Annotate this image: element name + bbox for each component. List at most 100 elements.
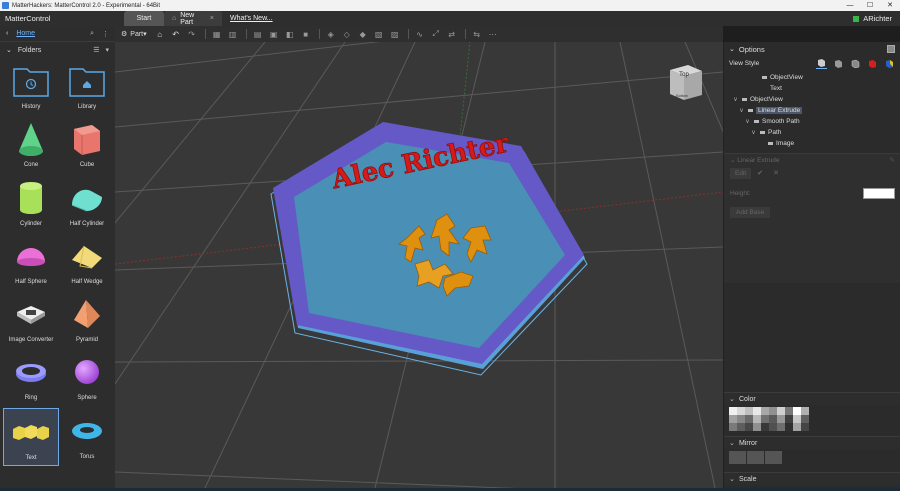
redo-icon[interactable]: ↷ bbox=[185, 27, 199, 41]
color-swatch[interactable] bbox=[785, 423, 793, 431]
library-item-half-cylinder[interactable]: Half Cylinder bbox=[59, 175, 115, 233]
back-arrow-icon[interactable]: ‹ bbox=[6, 30, 8, 37]
outline-view-icon[interactable] bbox=[833, 58, 844, 69]
dropdown-icon[interactable]: ▾ bbox=[105, 46, 109, 54]
minimize-button[interactable]: — bbox=[840, 0, 860, 11]
lay-flat-icon[interactable]: ▣ bbox=[267, 27, 281, 41]
color-swatch[interactable] bbox=[801, 415, 809, 423]
library-item-cone[interactable]: Cone bbox=[3, 116, 59, 174]
curve-icon[interactable]: ∿ bbox=[413, 27, 427, 41]
color-swatch[interactable] bbox=[729, 423, 737, 431]
color-swatch[interactable] bbox=[753, 407, 761, 415]
tree-chevron-icon[interactable]: v bbox=[746, 119, 754, 125]
mirror-x-button[interactable] bbox=[729, 451, 746, 464]
mirror-y-button[interactable] bbox=[747, 451, 764, 464]
fit-icon[interactable]: ⤢ bbox=[429, 27, 443, 41]
color-section-header[interactable]: ⌄ Color bbox=[724, 392, 900, 405]
options-header[interactable]: ⌄ Options bbox=[724, 42, 900, 56]
color-swatch[interactable] bbox=[729, 415, 737, 423]
tree-chevron-icon[interactable]: v bbox=[752, 130, 760, 136]
tree-item-objectview-text[interactable]: ObjectView bbox=[724, 72, 900, 83]
color-swatch[interactable] bbox=[737, 415, 745, 423]
scale-section-header[interactable]: ⌄ Scale bbox=[724, 472, 900, 485]
tree-chevron-icon[interactable]: v bbox=[734, 97, 742, 103]
align-icon[interactable]: ▤ bbox=[251, 27, 265, 41]
color-swatch[interactable] bbox=[761, 423, 769, 431]
tree-item-image[interactable]: Image bbox=[724, 138, 900, 149]
home-link[interactable]: Home bbox=[16, 30, 82, 37]
color-swatch[interactable] bbox=[753, 415, 761, 423]
combine-icon[interactable]: ◈ bbox=[324, 27, 338, 41]
color-swatch[interactable] bbox=[801, 423, 809, 431]
library-item-image-converter[interactable]: Image Converter bbox=[3, 291, 59, 349]
color-swatch[interactable] bbox=[793, 407, 801, 415]
color-swatch[interactable] bbox=[777, 407, 785, 415]
search-icon[interactable]: ⌕ bbox=[90, 30, 94, 38]
library-item-torus[interactable]: Torus bbox=[59, 408, 115, 466]
color-swatch[interactable] bbox=[745, 407, 753, 415]
color-swatch[interactable] bbox=[777, 415, 785, 423]
overhang-view-icon[interactable] bbox=[884, 58, 895, 69]
apply-check-icon[interactable]: ✔ bbox=[757, 169, 763, 177]
library-item-cube[interactable]: Cube bbox=[59, 116, 115, 174]
remove-x-icon[interactable]: ✕ bbox=[773, 169, 779, 177]
undo-icon[interactable]: ↶ bbox=[169, 27, 183, 41]
intersect-icon[interactable]: ◆ bbox=[356, 27, 370, 41]
tab-new-part[interactable]: ⌂ New Part × bbox=[164, 11, 222, 26]
library-item-library[interactable]: Library bbox=[59, 58, 115, 116]
color-swatch[interactable] bbox=[793, 415, 801, 423]
edit-button[interactable]: Edit bbox=[730, 167, 752, 179]
library-item-cylinder[interactable]: Cylinder bbox=[3, 175, 59, 233]
list-view-icon[interactable]: ☰ bbox=[93, 46, 99, 54]
polygon-view-icon[interactable] bbox=[850, 58, 861, 69]
mirror-section-header[interactable]: ⌄ Mirror bbox=[724, 436, 900, 449]
ungroup-icon[interactable]: ▨ bbox=[388, 27, 402, 41]
tab-whats-new[interactable]: What's New... bbox=[222, 11, 281, 26]
arrange-icon[interactable]: ⇄ bbox=[445, 27, 459, 41]
subtract-icon[interactable]: ◇ bbox=[340, 27, 354, 41]
pencil-icon[interactable]: ✎ bbox=[890, 156, 895, 164]
maximize-button[interactable]: ☐ bbox=[860, 0, 880, 11]
library-item-pyramid[interactable]: Pyramid bbox=[59, 291, 115, 349]
shaded-view-icon[interactable] bbox=[816, 58, 827, 69]
color-icon[interactable]: ■ bbox=[299, 27, 313, 41]
color-swatch[interactable] bbox=[729, 407, 737, 415]
3d-viewport[interactable]: Alec Richter Top Bottom bbox=[115, 42, 723, 488]
array-icon[interactable]: ⋯ bbox=[486, 27, 500, 41]
tree-item-path[interactable]: v Path bbox=[724, 127, 900, 138]
library-item-text[interactable]: Text bbox=[3, 407, 59, 467]
close-tab-icon[interactable]: × bbox=[210, 15, 214, 22]
close-window-button[interactable]: ✕ bbox=[880, 0, 900, 11]
color-swatch[interactable] bbox=[785, 407, 793, 415]
mirror-icon[interactable]: ⇆ bbox=[470, 27, 484, 41]
library-item-sphere[interactable]: Sphere bbox=[59, 349, 115, 407]
folders-chevron-icon[interactable]: ⌄ bbox=[6, 46, 12, 54]
materials-view-icon[interactable] bbox=[867, 58, 878, 69]
color-swatch[interactable] bbox=[761, 407, 769, 415]
color-swatch[interactable] bbox=[761, 415, 769, 423]
more-menu-icon[interactable]: ⋮ bbox=[102, 30, 109, 38]
add-base-button[interactable]: Add Base bbox=[730, 207, 771, 218]
user-account[interactable]: ARichter bbox=[853, 14, 900, 23]
tree-item-objectview[interactable]: v ObjectView bbox=[724, 94, 900, 105]
color-swatch[interactable] bbox=[801, 407, 809, 415]
color-swatch[interactable] bbox=[769, 407, 777, 415]
color-swatch[interactable] bbox=[769, 415, 777, 423]
copy-icon[interactable]: ▦ bbox=[210, 27, 224, 41]
color-swatch[interactable] bbox=[745, 415, 753, 423]
library-item-half-wedge[interactable]: Half Wedge bbox=[59, 233, 115, 291]
tree-item-text[interactable]: Text bbox=[724, 83, 900, 94]
library-item-history[interactable]: History bbox=[3, 58, 59, 116]
color-swatch[interactable] bbox=[753, 423, 761, 431]
home-view-icon[interactable]: ⌂ bbox=[153, 27, 167, 41]
group-icon[interactable]: ▧ bbox=[372, 27, 386, 41]
color-swatch[interactable] bbox=[737, 423, 745, 431]
color-swatch[interactable] bbox=[785, 415, 793, 423]
tree-item-smooth-path[interactable]: v Smooth Path bbox=[724, 116, 900, 127]
scene-canvas[interactable]: Alec Richter Top Bottom bbox=[115, 42, 723, 488]
color-swatch[interactable] bbox=[745, 423, 753, 431]
height-input[interactable] bbox=[863, 188, 895, 199]
color-swatch[interactable] bbox=[769, 423, 777, 431]
view-orientation-cube[interactable]: Top Bottom bbox=[670, 65, 702, 100]
color-swatch[interactable] bbox=[737, 407, 745, 415]
